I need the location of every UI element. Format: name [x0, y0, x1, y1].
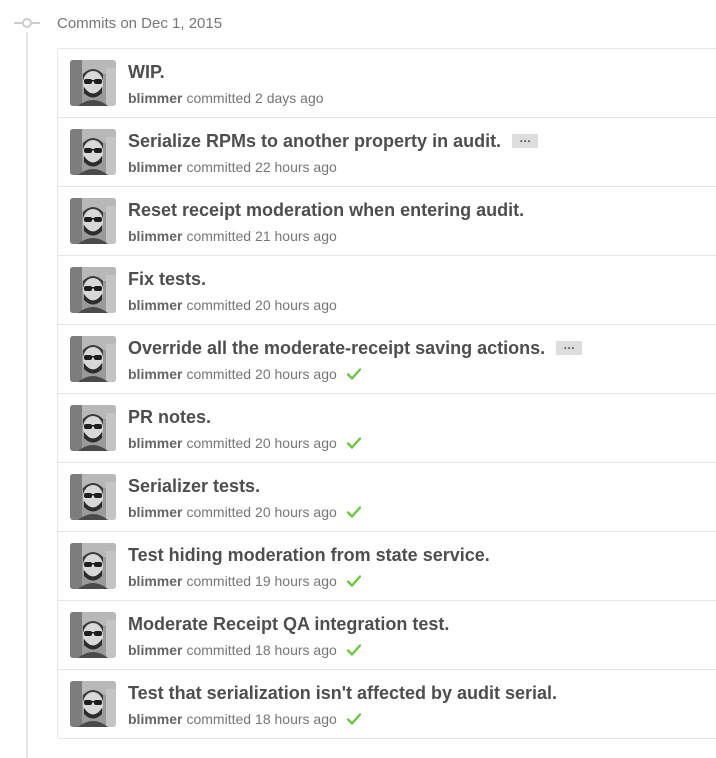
- check-icon[interactable]: [346, 506, 361, 518]
- commit-author-link[interactable]: blimmer: [128, 503, 182, 521]
- commit-author-link[interactable]: blimmer: [128, 641, 182, 659]
- commit-message-link[interactable]: Test hiding moderation from state servic…: [128, 543, 490, 567]
- user-avatar[interactable]: [70, 405, 116, 451]
- commit-action-text: committed: [186, 366, 252, 382]
- commit-author-link[interactable]: blimmer: [128, 296, 182, 314]
- commit-row: Test hiding moderation from state servic…: [58, 531, 716, 600]
- commit-row: Test that serialization isn't affected b…: [58, 669, 716, 738]
- commit-time: 21 hours ago: [255, 228, 337, 244]
- commit-list: WIP. blimmer committed 2 days ago Serial…: [57, 48, 716, 739]
- commit-message-link[interactable]: Serialize RPMs to another property in au…: [128, 129, 501, 153]
- commit-time: 20 hours ago: [255, 504, 337, 520]
- user-avatar[interactable]: [70, 681, 116, 727]
- commit-message-link[interactable]: Override all the moderate-receipt saving…: [128, 336, 545, 360]
- commit-message-link[interactable]: Reset receipt moderation when entering a…: [128, 198, 524, 222]
- commit-author-link[interactable]: blimmer: [128, 572, 182, 590]
- commit-action-text: committed: [186, 297, 252, 313]
- commit-action-text: committed: [186, 504, 252, 520]
- check-icon[interactable]: [346, 437, 361, 449]
- commit-author-link[interactable]: blimmer: [128, 227, 182, 245]
- git-commit-icon: [14, 14, 40, 32]
- commit-time: 19 hours ago: [255, 573, 337, 589]
- commit-row: Reset receipt moderation when entering a…: [58, 186, 716, 255]
- commit-message-link[interactable]: Test that serialization isn't affected b…: [128, 681, 557, 705]
- user-avatar[interactable]: [70, 543, 116, 589]
- commit-row: WIP. blimmer committed 2 days ago: [58, 49, 716, 117]
- commit-row: Moderate Receipt QA integration test. bl…: [58, 600, 716, 669]
- commit-author-link[interactable]: blimmer: [128, 710, 182, 728]
- commit-author-link[interactable]: blimmer: [128, 365, 182, 383]
- commit-action-text: committed: [186, 642, 252, 658]
- check-icon[interactable]: [346, 644, 361, 656]
- commit-action-text: committed: [186, 159, 252, 175]
- commit-row: Serialize RPMs to another property in au…: [58, 117, 716, 186]
- commit-row: Fix tests. blimmer committed 20 hours ag…: [58, 255, 716, 324]
- check-icon[interactable]: [346, 713, 361, 725]
- expand-description-button[interactable]: …: [512, 132, 539, 148]
- user-avatar[interactable]: [70, 129, 116, 175]
- commit-time: 2 days ago: [255, 90, 324, 106]
- commit-time: 22 hours ago: [255, 159, 337, 175]
- commit-time: 20 hours ago: [255, 297, 337, 313]
- expand-description-button[interactable]: …: [556, 339, 583, 355]
- check-icon[interactable]: [346, 575, 361, 587]
- user-avatar[interactable]: [70, 267, 116, 313]
- commit-row: PR notes. blimmer committed 20 hours ago: [58, 393, 716, 462]
- commit-action-text: committed: [186, 711, 252, 727]
- commit-time: 20 hours ago: [255, 366, 337, 382]
- commit-action-text: committed: [186, 573, 252, 589]
- commit-author-link[interactable]: blimmer: [128, 89, 182, 107]
- commit-time: 18 hours ago: [255, 642, 337, 658]
- user-avatar[interactable]: [70, 474, 116, 520]
- user-avatar[interactable]: [70, 60, 116, 106]
- commit-action-text: committed: [186, 435, 252, 451]
- commit-group-title: Commits on Dec 1, 2015: [57, 15, 223, 32]
- commit-message-link[interactable]: WIP.: [128, 60, 165, 84]
- commit-row: Serializer tests. blimmer committed 20 h…: [58, 462, 716, 531]
- commit-message-link[interactable]: Moderate Receipt QA integration test.: [128, 612, 449, 636]
- commit-author-link[interactable]: blimmer: [128, 158, 182, 176]
- commit-time: 18 hours ago: [255, 711, 337, 727]
- timeline-line: [26, 32, 28, 758]
- commit-message-link[interactable]: Fix tests.: [128, 267, 206, 291]
- commit-message-link[interactable]: Serializer tests.: [128, 474, 260, 498]
- user-avatar[interactable]: [70, 198, 116, 244]
- commit-author-link[interactable]: blimmer: [128, 434, 182, 452]
- commit-action-text: committed: [186, 90, 252, 106]
- commit-row: Override all the moderate-receipt saving…: [58, 324, 716, 393]
- commit-message-link[interactable]: PR notes.: [128, 405, 211, 429]
- commit-time: 20 hours ago: [255, 435, 337, 451]
- user-avatar[interactable]: [70, 612, 116, 658]
- check-icon[interactable]: [346, 368, 361, 380]
- user-avatar[interactable]: [70, 336, 116, 382]
- commit-action-text: committed: [186, 228, 252, 244]
